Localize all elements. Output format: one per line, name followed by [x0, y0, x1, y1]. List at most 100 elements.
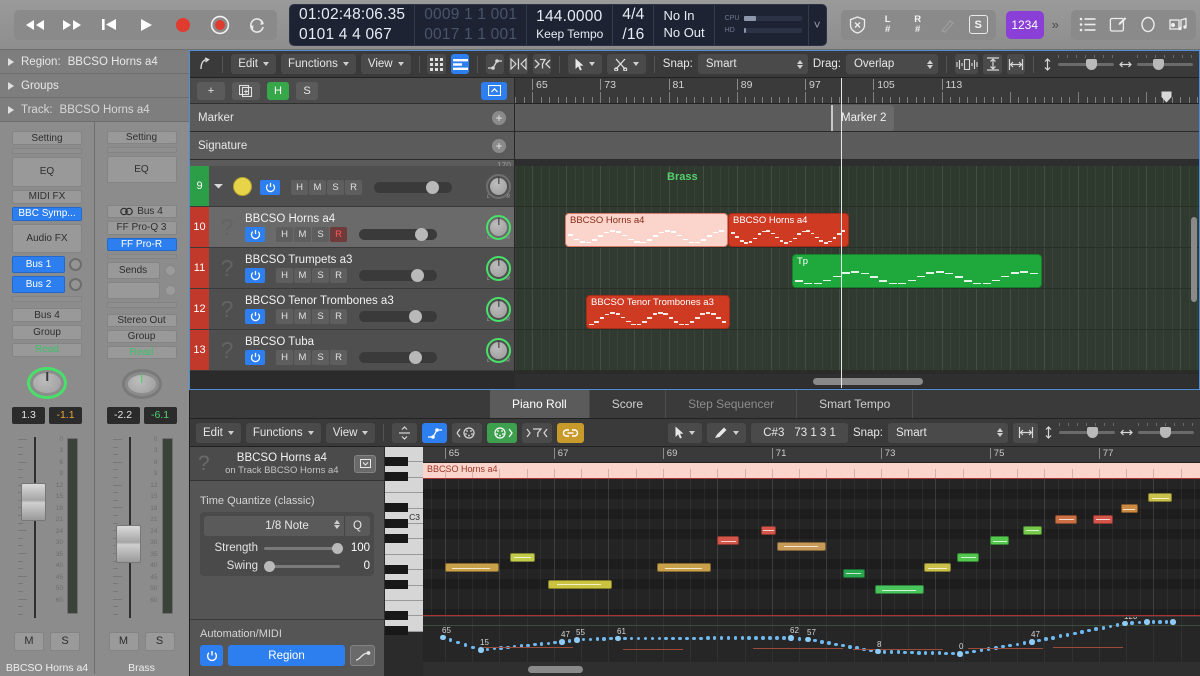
inspector-groups-row[interactable]: Groups [0, 74, 189, 98]
collapse-rows-icon[interactable] [392, 422, 418, 443]
instrument-slot[interactable]: BBC Symp... [12, 206, 82, 221]
media-icon[interactable] [1163, 12, 1194, 38]
group-slot[interactable]: Group [12, 325, 82, 340]
editor-horizontal-zoom-slider[interactable] [1120, 423, 1194, 438]
track-mute-button[interactable]: M [309, 179, 326, 195]
track-hide-button[interactable]: H [291, 179, 308, 195]
marker-track-header[interactable]: Marker + [190, 104, 515, 131]
send-level-knob[interactable] [69, 258, 82, 272]
secondary-tool-button[interactable] [607, 54, 647, 74]
quantize-q-button[interactable]: Q [344, 516, 370, 536]
track-pan-knob[interactable]: LR [486, 214, 511, 241]
automation-mode-button[interactable]: Read [12, 342, 82, 357]
editor-catch-playhead-icon[interactable] [1013, 422, 1038, 443]
track-solo-button[interactable]: S [312, 267, 329, 283]
midi-note[interactable] [657, 563, 712, 573]
channel-strip-name[interactable]: Brass [128, 662, 155, 674]
midi-funnel-icon[interactable] [522, 422, 553, 443]
notepad-icon[interactable] [1103, 12, 1133, 38]
track-lane[interactable] [515, 330, 1199, 371]
quantize-value-popup[interactable]: 1/8 Note Q [204, 516, 370, 536]
input-slot[interactable]: Bus 4 [106, 205, 177, 219]
track-mute-button[interactable]: M [294, 308, 311, 324]
lcd-midi-cell[interactable]: No In No Out [654, 4, 715, 45]
track-header-10[interactable]: 10? BBCSO Horns a4 H M S R L R [190, 207, 515, 248]
midi-note[interactable] [989, 536, 1010, 546]
track-pan-knob[interactable]: LR [486, 337, 511, 364]
track-lane[interactable]: BBCSO Tenor Trombones a3 [515, 289, 1199, 330]
setting-button[interactable]: Setting [12, 131, 82, 146]
track-record-button[interactable]: R [330, 226, 347, 242]
midi-note[interactable] [444, 563, 499, 573]
editor-pointer-tool[interactable] [668, 422, 703, 443]
vertical-zoom-slider[interactable] [1042, 54, 1114, 71]
tab-piano-roll[interactable]: Piano Roll [490, 390, 590, 418]
marker-lane[interactable]: Marker 2 [515, 104, 1199, 131]
lcd-signature-cell[interactable]: 4/4 /16 [613, 4, 655, 45]
tab-step-sequencer[interactable]: Step Sequencer [666, 390, 798, 418]
midi-note[interactable] [510, 552, 535, 562]
track-header-12[interactable]: 12? BBCSO Tenor Trombones a3 H M S R L R [190, 289, 515, 330]
pan-knob[interactable] [27, 366, 67, 399]
track-lane[interactable]: BBCSO Horns a4 BBCSO Horns a4 [515, 207, 1199, 248]
track-lane[interactable]: Tp [515, 248, 1199, 289]
midi-note[interactable] [1120, 504, 1138, 513]
editor-functions-menu[interactable]: Functions [245, 422, 321, 443]
plugin-slot-proq[interactable]: FF Pro-Q 3 [106, 221, 177, 235]
midi-note[interactable] [924, 563, 952, 573]
count-in-button[interactable]: 1234 [1005, 10, 1044, 39]
library-grid-icon[interactable] [427, 54, 446, 74]
setting-button[interactable]: Setting [106, 131, 177, 145]
empty-send-slot[interactable] [12, 296, 82, 303]
setting-slot[interactable] [12, 148, 82, 155]
sends-slot[interactable]: Sends [106, 262, 160, 280]
track-record-button[interactable]: R [330, 349, 347, 365]
track-header-9[interactable]: 9 HMSR LR [190, 166, 515, 207]
list-icon[interactable] [1073, 12, 1103, 38]
volume-value[interactable]: -1.1 [49, 406, 82, 424]
send-slot-bus1[interactable]: Bus 1 [12, 256, 65, 274]
note-position-field[interactable]: C#3 73 1 3 1 [751, 422, 848, 443]
midi-note[interactable] [717, 536, 740, 546]
track-pan-knob[interactable]: LR [486, 255, 511, 282]
region[interactable]: BBCSO Tenor Trombones a3 [586, 295, 730, 329]
track-hide-button[interactable]: H [276, 267, 293, 283]
track-record-button[interactable]: R [345, 179, 362, 195]
volume-fader[interactable] [16, 435, 46, 620]
drag-popup[interactable]: Overlap [845, 54, 938, 74]
view-menu[interactable]: View [360, 54, 411, 74]
volume-fader[interactable] [111, 435, 141, 620]
midi-note[interactable] [1055, 514, 1078, 524]
editor-horizontal-scrollbar[interactable] [423, 662, 1200, 676]
horizontal-zoom-icon[interactable] [1006, 54, 1026, 74]
audio-fx-slot[interactable]: Audio FX [12, 223, 82, 254]
play-button[interactable] [127, 12, 164, 38]
add-signature-button[interactable]: + [492, 138, 506, 153]
loop-icon[interactable] [1133, 12, 1163, 38]
track-mute-button[interactable]: M [294, 226, 311, 242]
midi-note[interactable] [842, 568, 865, 578]
region[interactable]: Tp [792, 254, 1042, 288]
vertical-zoom-icon[interactable] [983, 54, 1002, 74]
editor-pencil-tool[interactable] [707, 422, 747, 443]
playhead-triangle[interactable] [1161, 91, 1172, 103]
link-icon[interactable] [557, 422, 585, 443]
piano-keyboard[interactable]: C3 [385, 447, 423, 636]
note-automation-icon[interactable] [422, 422, 448, 443]
send-level-knob[interactable] [163, 264, 177, 278]
inspector-track-row[interactable]: Track: BBCSO Horns a4 [0, 98, 189, 122]
tab-score[interactable]: Score [590, 390, 667, 418]
track-volume-slider[interactable] [359, 309, 437, 323]
track-power-button[interactable] [245, 308, 265, 324]
pointer-tool-button[interactable] [568, 54, 603, 74]
track-power-button[interactable] [245, 226, 265, 242]
track-power-button[interactable] [245, 267, 265, 283]
track-record-button[interactable]: R [330, 308, 347, 324]
region[interactable]: BBCSO Horns a4 [728, 213, 849, 247]
track-volume-slider[interactable] [359, 227, 437, 241]
track-name[interactable]: BBCSO Tuba [245, 336, 480, 348]
velocity-automation-lane[interactable]: 65 15 47 55 61 62 57 8 0 47 120 127 127 [423, 616, 1200, 662]
arrange-vertical-scrollbar[interactable] [1189, 192, 1199, 374]
track-name[interactable]: BBCSO Horns a4 [245, 213, 480, 225]
lcd-tempo-cell[interactable]: 144.0000 Keep Tempo [527, 4, 614, 45]
